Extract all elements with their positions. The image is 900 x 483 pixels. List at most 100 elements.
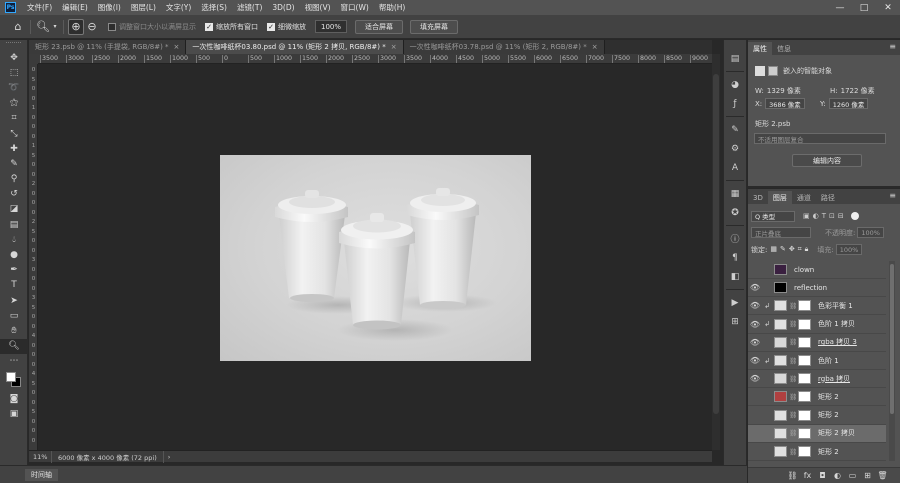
- layer-row[interactable]: 👁︎ ↲ ⛓ 色阶 1 拷贝: [748, 316, 886, 334]
- mask-link-icon[interactable]: ⛓: [789, 375, 797, 383]
- menu-3d[interactable]: 3D(D): [267, 3, 299, 12]
- link-layers-icon[interactable]: ⛓: [785, 471, 800, 480]
- visibility-eye-icon[interactable]: 👁︎: [748, 283, 762, 292]
- trash-icon[interactable]: 🗑︎: [875, 471, 890, 480]
- layer-row[interactable]: 👁︎ ↲ ⛓ 色阶 1: [748, 352, 886, 370]
- layer-name[interactable]: 色阶 1: [818, 356, 839, 366]
- horizontal-ruler[interactable]: 3500 3000 2500 2000 1500 1000 500 0 500 1000 1500 2…: [38, 54, 712, 64]
- scrollbar-thumb[interactable]: [713, 74, 719, 414]
- layer-row[interactable]: ⛓ 矩形 2 拷贝: [748, 424, 886, 443]
- zoom-percent-input[interactable]: 100%: [315, 20, 347, 33]
- lock-icons[interactable]: ▦✎✥⌗🔒︎: [770, 245, 811, 254]
- crop-tool-icon[interactable]: ⌗: [0, 111, 28, 126]
- fit-screen-button[interactable]: 适合屏幕: [355, 19, 403, 34]
- menu-file[interactable]: 文件(F): [22, 2, 57, 13]
- clone-stamp-tool-icon[interactable]: ⚲: [0, 172, 28, 187]
- layer-name[interactable]: 色阶 1 拷贝: [818, 319, 855, 329]
- status-menu-arrow[interactable]: ›: [164, 453, 171, 461]
- layer-name[interactable]: 矩形 2: [818, 410, 839, 420]
- fill-input[interactable]: 100%: [835, 244, 863, 255]
- lasso-tool-icon[interactable]: ➰: [0, 80, 28, 95]
- layer-row[interactable]: ⛓ 矩形 2: [748, 443, 886, 461]
- eyedropper-tool-icon[interactable]: ⤡: [0, 126, 28, 141]
- maximize-button[interactable]: □: [852, 0, 876, 15]
- visibility-eye-icon[interactable]: 👁︎: [748, 301, 762, 310]
- styles-panel-icon[interactable]: ✪: [724, 204, 746, 221]
- history-brush-tool-icon[interactable]: ↺: [0, 187, 28, 202]
- layer-thumbnail[interactable]: [774, 446, 787, 457]
- mask-link-icon[interactable]: ⛓: [789, 448, 797, 456]
- magic-wand-tool-icon[interactable]: ⚝: [0, 96, 28, 111]
- panel-menu-icon[interactable]: ≡: [889, 191, 896, 200]
- mask-icon[interactable]: ◘: [815, 471, 830, 480]
- layers-scrollbar[interactable]: [889, 261, 895, 461]
- layer-thumbnail[interactable]: [774, 318, 787, 330]
- layer-thumbnail[interactable]: [774, 336, 787, 348]
- brush-tool-icon[interactable]: ✎: [0, 156, 28, 171]
- group-icon[interactable]: ▭: [845, 471, 860, 480]
- tab-info[interactable]: 信息: [772, 42, 796, 55]
- type-tool-icon[interactable]: T: [0, 278, 28, 293]
- move-tool-icon[interactable]: ✥: [0, 50, 28, 65]
- layer-name[interactable]: 矩形 2: [818, 392, 839, 402]
- zoom-tool-icon[interactable]: 🔍︎: [35, 19, 51, 35]
- mask-link-icon[interactable]: ⛓: [789, 429, 797, 437]
- color-panel-icon[interactable]: ◕: [724, 76, 746, 93]
- tab-document-1[interactable]: 矩形 23.psb @ 11% (手提袋, RGB/8#) * ×: [29, 40, 187, 54]
- quick-mask-icon[interactable]: ◙: [0, 391, 28, 406]
- layer-mask-thumbnail[interactable]: [798, 336, 811, 348]
- layer-mask-thumbnail[interactable]: [798, 409, 811, 421]
- layer-thumbnail[interactable]: [774, 391, 787, 403]
- mask-link-icon[interactable]: ⛓: [789, 338, 797, 346]
- visibility-eye-icon[interactable]: 👁︎: [748, 356, 762, 365]
- filter-type-icons[interactable]: ▣◐T⊡⊟: [803, 212, 847, 220]
- menu-select[interactable]: 选择(S): [196, 2, 232, 13]
- menu-layer[interactable]: 图层(L): [126, 2, 161, 13]
- status-zoom-level[interactable]: 11%: [29, 453, 51, 461]
- menu-help[interactable]: 帮助(H): [374, 2, 411, 13]
- info-panel-icon[interactable]: ⓘ: [724, 230, 746, 247]
- layer-mask-thumbnail[interactable]: [798, 300, 811, 312]
- gradient-tool-icon[interactable]: ▤: [0, 217, 28, 232]
- home-icon[interactable]: ⌂: [10, 19, 26, 35]
- tab-layers[interactable]: 图层: [767, 191, 792, 204]
- mask-link-icon[interactable]: ⛓: [789, 393, 797, 401]
- tab-timeline[interactable]: 时间轴: [25, 468, 58, 481]
- photoshop-logo[interactable]: Ps: [5, 2, 16, 13]
- blend-mode-select[interactable]: 正片叠底: [751, 227, 811, 238]
- layer-row[interactable]: 👁︎ ⛓ rgba 拷贝: [748, 370, 886, 389]
- hand-tool-icon[interactable]: ✋︎: [0, 323, 28, 338]
- fx-icon[interactable]: fx: [800, 471, 815, 480]
- close-tab-icon[interactable]: ×: [391, 43, 397, 51]
- new-layer-icon[interactable]: ⊞: [860, 471, 875, 480]
- layer-thumbnail[interactable]: [774, 373, 787, 385]
- char-panel-icon[interactable]: A: [724, 159, 746, 176]
- mask-link-icon[interactable]: ⛓: [789, 302, 797, 310]
- menu-edit[interactable]: 编辑(E): [57, 2, 93, 13]
- y-input[interactable]: 1260 像素: [828, 98, 869, 109]
- close-tab-icon[interactable]: ×: [592, 43, 598, 51]
- layer-mask-thumbnail[interactable]: [798, 446, 811, 457]
- brushes-panel-icon[interactable]: ✎: [724, 121, 746, 138]
- layer-name[interactable]: rgba 拷贝: [818, 374, 850, 384]
- mask-link-icon[interactable]: ⛓: [789, 320, 797, 328]
- layer-row[interactable]: 👁︎ reflection: [748, 279, 886, 298]
- layer-thumbnail[interactable]: [774, 300, 787, 312]
- tab-document-2[interactable]: 一次性咖啡纸杯03.80.psd @ 11% (矩形 2 拷贝, RGB/8#)…: [186, 40, 404, 54]
- layer-thumbnail[interactable]: [774, 409, 787, 421]
- scrubby-zoom-checkbox[interactable]: ✓ 细微缩放: [267, 22, 306, 32]
- layer-comps-panel-icon[interactable]: ◧: [724, 268, 746, 285]
- layer-mask-thumbnail[interactable]: [798, 318, 811, 330]
- close-tab-icon[interactable]: ×: [174, 43, 180, 51]
- scrollbar-thumb[interactable]: [890, 264, 894, 414]
- visibility-eye-icon[interactable]: 👁︎: [748, 338, 762, 347]
- x-input[interactable]: 3686 像素: [765, 98, 805, 109]
- swatches-panel-icon[interactable]: ▦: [724, 185, 746, 202]
- rectangle-tool-icon[interactable]: ▭: [0, 308, 28, 323]
- blur-tool-icon[interactable]: 💧︎: [0, 232, 28, 247]
- layer-name[interactable]: reflection: [794, 284, 827, 292]
- layer-thumbnail[interactable]: [774, 427, 787, 439]
- adjustment-icon[interactable]: ◐: [830, 471, 845, 480]
- layer-mask-thumbnail[interactable]: [798, 391, 811, 403]
- layer-name[interactable]: clown: [794, 266, 814, 274]
